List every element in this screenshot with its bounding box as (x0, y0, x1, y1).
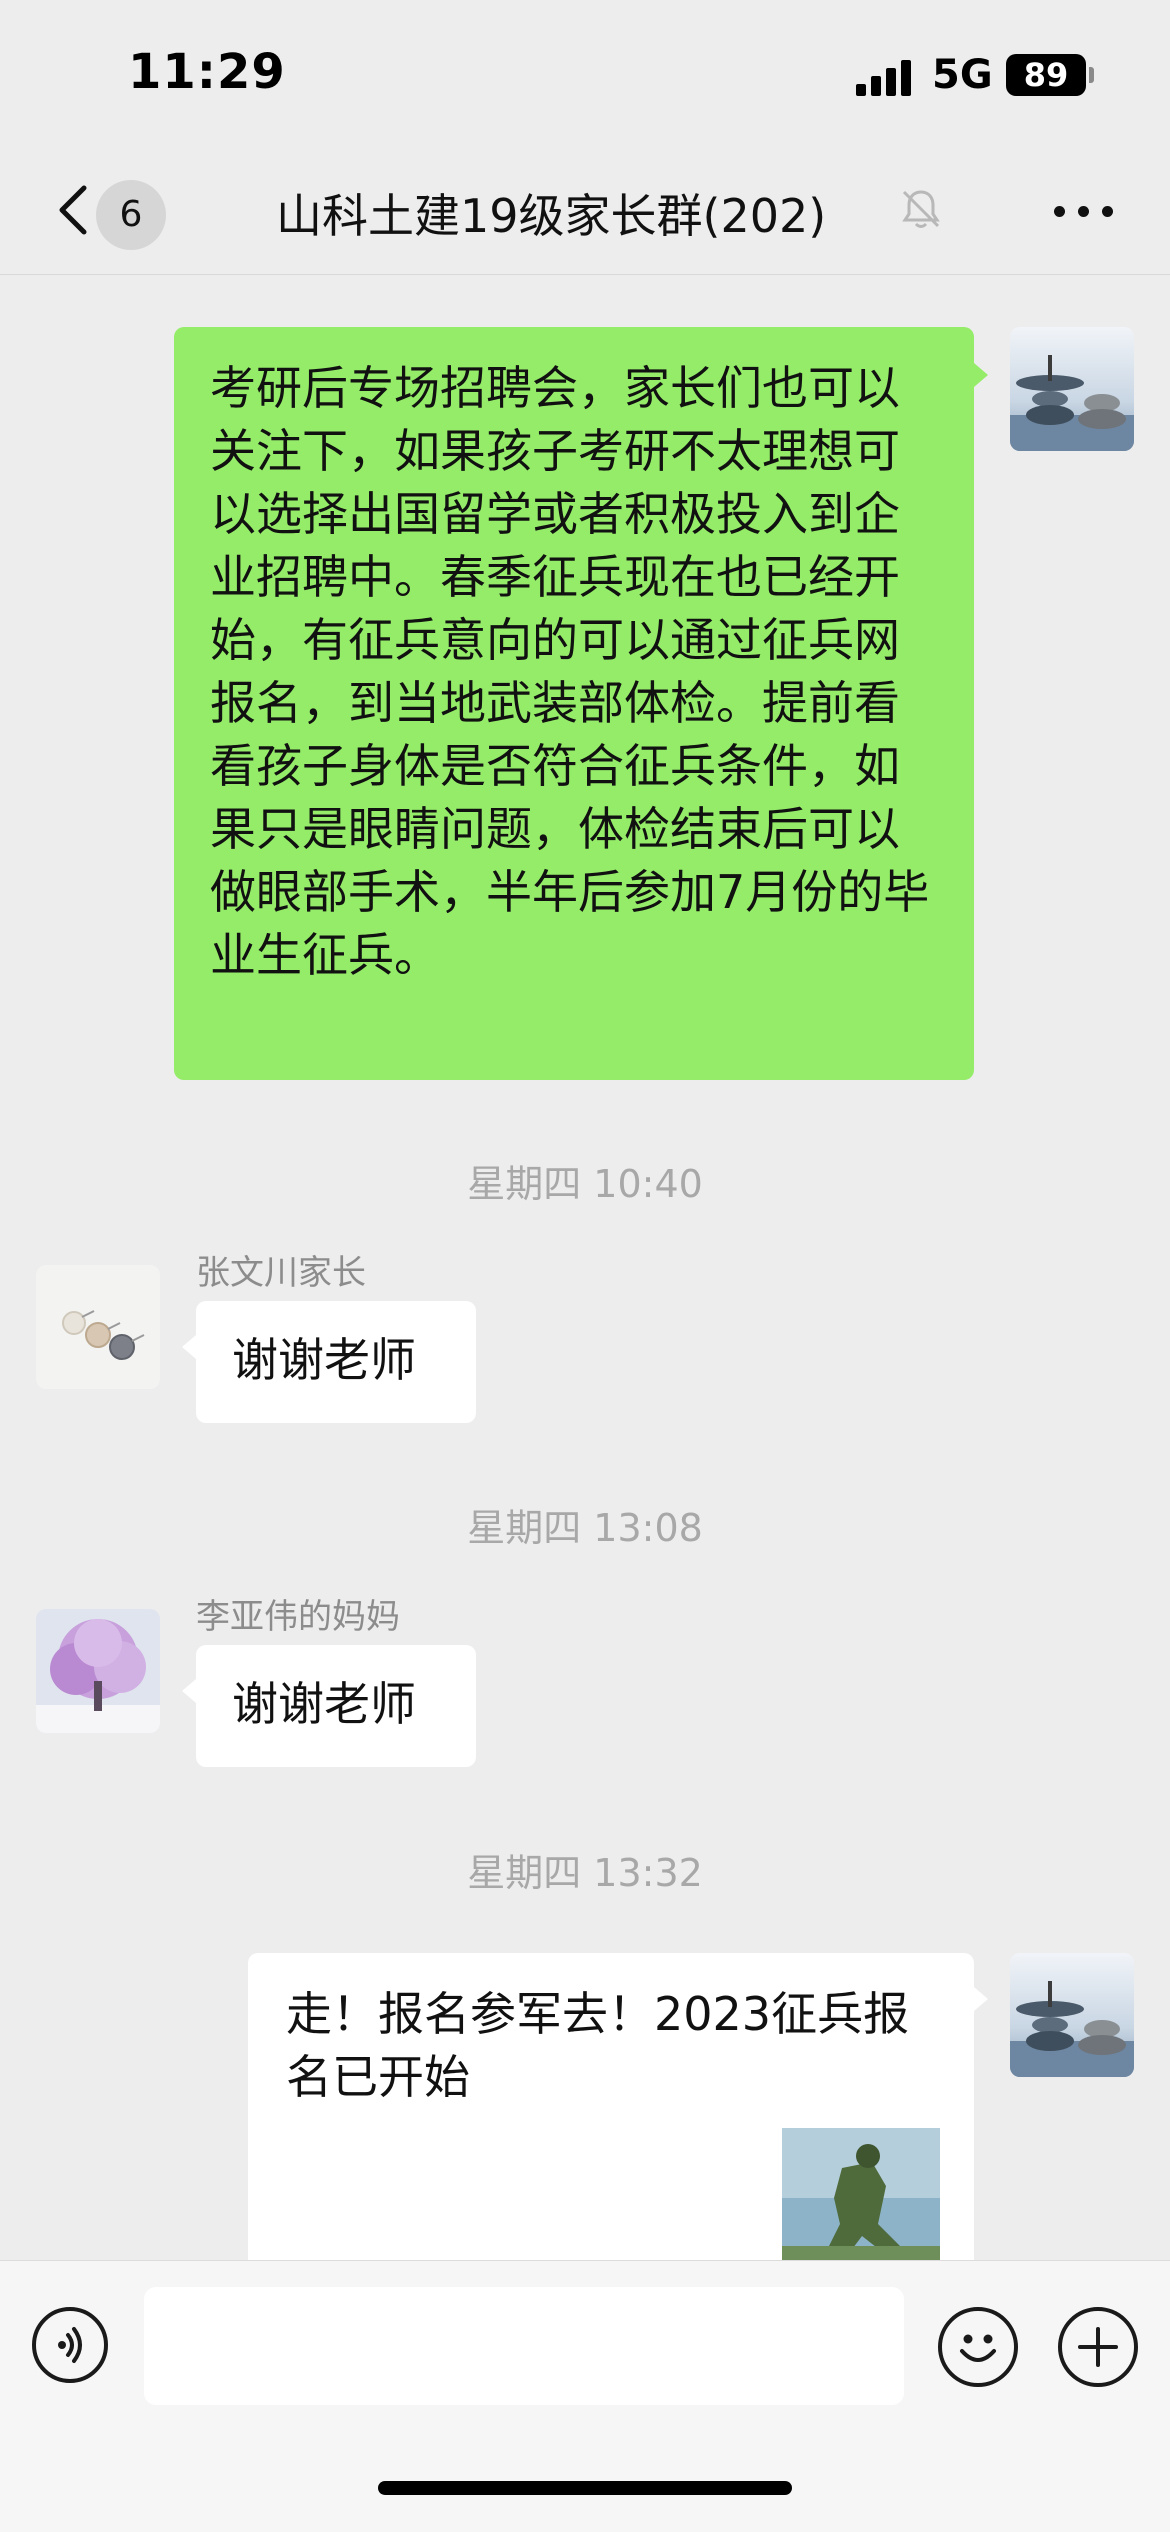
message-text: 谢谢老师 (232, 1677, 416, 1731)
plus-icon[interactable] (1058, 2307, 1138, 2387)
bubble-tail (182, 1679, 196, 1703)
bell-off-icon (902, 190, 940, 228)
bubble-tail (182, 1335, 196, 1359)
message-bubble-other[interactable]: 谢谢老师 (196, 1645, 476, 1767)
sender-name: 张文川家长 (196, 1253, 366, 1293)
link-card-bubble[interactable]: 走！报名参军去！2023征兵报名已开始 (248, 1953, 974, 2260)
timestamp: 星期四 10:40 (467, 1162, 703, 1206)
stacked-stones-avatar[interactable] (1010, 1953, 1134, 2077)
bubble-tail (974, 363, 988, 387)
purple-tree-avatar[interactable] (36, 1609, 160, 1733)
stacked-stones-avatar[interactable] (1010, 327, 1134, 451)
battery-icon: 89 (1006, 54, 1086, 96)
more-dots-icon[interactable] (1052, 190, 1116, 230)
input-bar (0, 2260, 1170, 2532)
home-indicator (378, 2481, 792, 2495)
status-bar: 11:29 5G 89 (0, 0, 1170, 150)
message-bubble-other[interactable]: 谢谢老师 (196, 1301, 476, 1423)
emoji-icon[interactable] (938, 2307, 1018, 2387)
message-bubble-own[interactable]: 考研后专场招聘会，家长们也可以关注下，如果孩子考研不太理想可以选择出国留学或者积… (174, 327, 974, 1080)
signal-icon (856, 60, 916, 96)
message-input[interactable] (144, 2287, 904, 2405)
link-card-title: 走！报名参军去！2023征兵报名已开始 (286, 1987, 910, 2104)
bubble-tail (974, 1987, 988, 2011)
chat-screen: 11:29 5G 89 6 山科土建19级家长群(202) 考研后专场招聘会，家… (0, 0, 1170, 2532)
unread-count-badge[interactable]: 6 (96, 180, 166, 250)
timestamp: 星期四 13:32 (467, 1851, 703, 1895)
battery-level: 89 (1023, 56, 1069, 94)
chat-title: 山科土建19级家长群(202) (276, 189, 827, 243)
battery-cap (1089, 67, 1094, 83)
message-text: 考研后专场招聘会，家长们也可以关注下，如果孩子考研不太理想可以选择出国留学或者积… (210, 361, 930, 982)
sender-name: 李亚伟的妈妈 (196, 1597, 400, 1637)
pearl-earrings-avatar[interactable] (36, 1265, 160, 1389)
message-text: 谢谢老师 (232, 1333, 416, 1387)
chat-header: 6 山科土建19级家长群(202) (0, 150, 1170, 275)
status-time: 11:29 (128, 44, 286, 100)
soldier-thumbnail (782, 2128, 940, 2260)
message-list[interactable]: 考研后专场招聘会，家长们也可以关注下，如果孩子考研不太理想可以选择出国留学或者积… (0, 275, 1170, 2260)
network-type: 5G (932, 52, 993, 98)
timestamp: 星期四 13:08 (467, 1506, 703, 1550)
voice-icon[interactable] (32, 2307, 108, 2383)
